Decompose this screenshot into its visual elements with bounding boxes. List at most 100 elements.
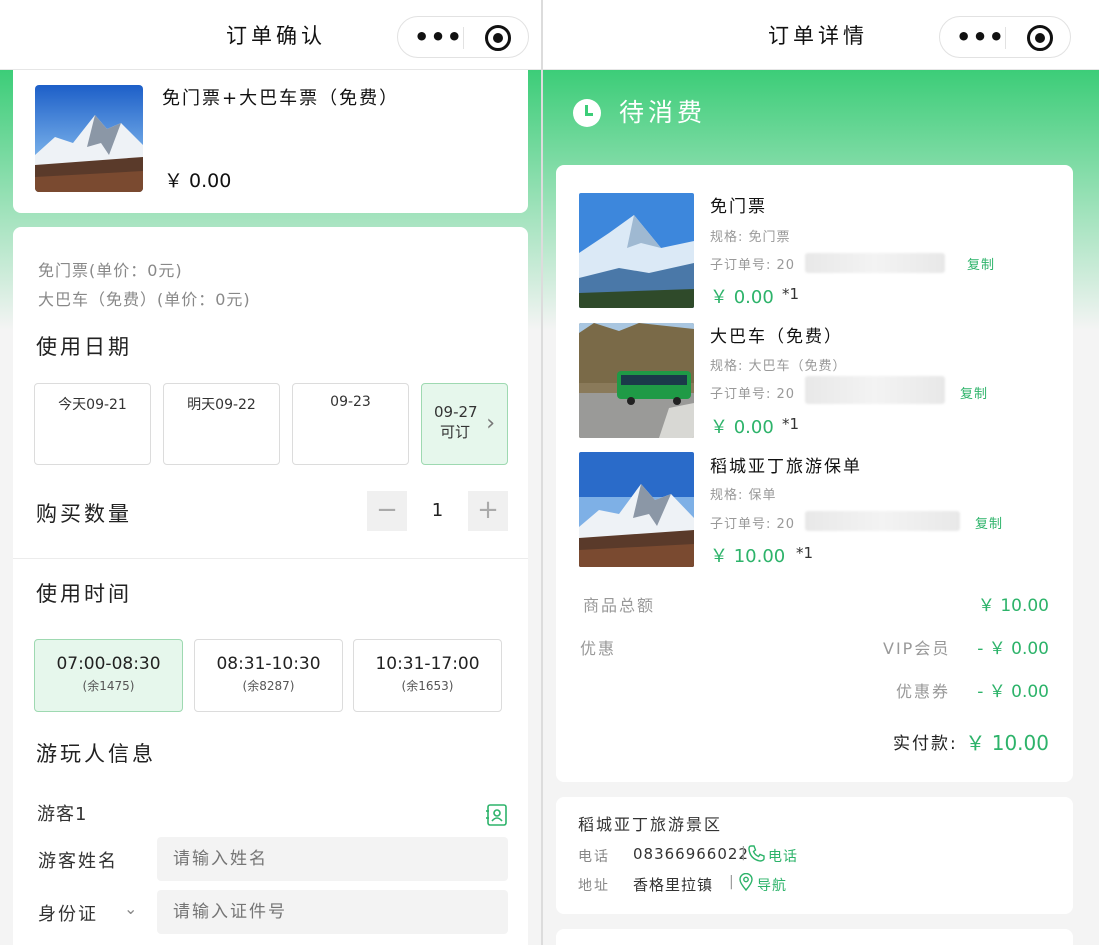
more-icon[interactable]: ••• [414,25,463,49]
item-name: 免门票 [710,197,767,217]
id-number-input[interactable] [157,890,508,934]
address-label: 地址 [578,878,610,894]
close-target-icon[interactable] [485,25,511,51]
blurred-order-number [805,253,945,273]
ticket-summary-line1: 免门票(单价：0元) [38,261,183,280]
goods-total-label: 商品总额 [583,596,656,615]
bus-image [579,323,694,438]
item-name: 稻城亚丁旅游保单 [710,457,862,477]
item-spec: 规格: 保单 [710,488,777,503]
time-slot-remain: (余8287) [242,679,295,693]
coupon-value: - ￥ 0.00 [977,682,1049,702]
item-qty: *1 [782,415,800,433]
chevron-down-icon[interactable]: ⌄ [124,899,137,918]
mini-program-capsule: ••• [939,16,1071,58]
phone-label: 电话 [578,849,610,865]
item-price: ￥ 0.00 [710,417,774,438]
id-type-label[interactable]: 身份证 [38,900,98,926]
quantity-heading: 购买数量 [36,502,132,526]
mountain-image [579,452,694,567]
paid-value: ￥ 10.00 [965,731,1049,755]
capsule-divider [463,27,464,49]
item-suborder: 子订单号: 20 [710,387,796,402]
time-slot-range: 07:00-08:30 [56,654,161,674]
item-qty: *1 [796,544,814,562]
snow-mountain-image [579,193,694,308]
clock-icon [573,99,601,127]
product-price: ￥ 0.00 [164,170,232,192]
phone-divider: | [741,845,746,861]
guest-name-label: 游客姓名 [38,851,118,872]
product-card: 免门票+大巴车票（免费） ￥ 0.00 [13,70,528,213]
item-image-bus [579,323,694,438]
item-name: 大巴车（免费） [710,327,843,347]
guest-label: 游客1 [37,804,88,825]
coupon-label: 优惠券 [896,682,951,701]
date-option-tomorrow[interactable]: 明天09-22 [163,383,280,465]
phone-icon[interactable] [748,845,765,862]
quantity-value[interactable]: 1 [407,491,468,531]
use-date-heading: 使用日期 [36,335,132,359]
date-option-more[interactable]: 09-27 可订 › [421,383,508,465]
time-slot-1[interactable]: 07:00-08:30 (余1475) [34,639,183,712]
quantity-minus-button[interactable]: − [367,491,407,531]
product-name: 免门票+大巴车票（免费） [162,88,400,109]
blurred-order-number [805,376,945,404]
vip-label: VIP会员 [883,639,951,658]
more-date-label: 可订 [440,423,471,441]
time-slot-range: 10:31-17:00 [375,654,480,674]
more-date: 09-27 [434,403,478,421]
nav-bar: 订单详情 ••• [543,0,1099,70]
order-detail-screen: 订单详情 ••• 待消费 免门票 规格: 免门票 子订单号: 20 复制 ￥ 0… [543,0,1099,945]
order-status: 待消费 [619,98,707,127]
time-slot-remain: (余1653) [401,679,454,693]
discount-label: 优惠 [580,639,617,658]
location-pin-icon[interactable] [738,873,754,891]
copy-button[interactable]: 复制 [960,383,988,402]
guest-name-input[interactable] [157,837,508,881]
date-option-0923[interactable]: 09-23 [292,383,409,465]
order-confirm-screen: 订单确认 ••• 免门票+大巴车票（免费） ￥ 0.00 免门票(单价：0元) … [0,0,541,945]
next-card-edge [556,929,1073,945]
paid-label: 实付款: [893,734,958,754]
copy-button[interactable]: 复制 [967,254,995,273]
page-title: 订单确认 [226,24,326,48]
quantity-plus-button[interactable]: + [468,491,508,531]
nav-bar: 订单确认 ••• [0,0,541,70]
item-price: ￥ 10.00 [710,546,786,567]
time-slot-range: 08:31-10:30 [216,654,321,674]
navigate-button[interactable]: 导航 [757,875,787,895]
section-divider [13,558,528,559]
item-suborder: 子订单号: 20 [710,517,796,532]
capsule-divider [1005,27,1006,49]
time-slot-remain: (余1475) [82,679,135,693]
more-icon[interactable]: ••• [956,25,1005,49]
page-title: 订单详情 [768,24,868,48]
item-image-ticket [579,193,694,308]
scenic-name: 稻城亚丁旅游景区 [578,815,723,834]
item-spec: 规格: 大巴车（免费） [710,359,847,374]
call-button[interactable]: 电话 [768,846,798,866]
mountain-image [35,115,143,192]
item-suborder: 子订单号: 20 [710,258,796,273]
mini-program-capsule: ••• [397,16,529,58]
item-image-insurance [579,452,694,567]
copy-button[interactable]: 复制 [975,513,1003,532]
vip-value: - ￥ 0.00 [977,639,1049,659]
product-image [35,85,143,192]
time-slot-3[interactable]: 10:31-17:00 (余1653) [353,639,502,712]
contact-book-icon[interactable] [486,804,508,826]
player-info-heading: 游玩人信息 [36,742,156,766]
address-divider: | [729,874,734,890]
blurred-order-number [805,511,960,531]
use-time-heading: 使用时间 [36,582,132,606]
address-value: 香格里拉镇 [633,876,714,894]
chevron-right-icon: › [486,411,495,436]
close-target-icon[interactable] [1027,25,1053,51]
item-price: ￥ 0.00 [710,287,774,308]
time-slot-2[interactable]: 08:31-10:30 (余8287) [194,639,343,712]
goods-total-value: ￥ 10.00 [977,596,1049,616]
date-option-today[interactable]: 今天09-21 [34,383,151,465]
item-spec: 规格: 免门票 [710,230,791,245]
ticket-summary-line2: 大巴车（免费）(单价：0元) [38,290,251,309]
